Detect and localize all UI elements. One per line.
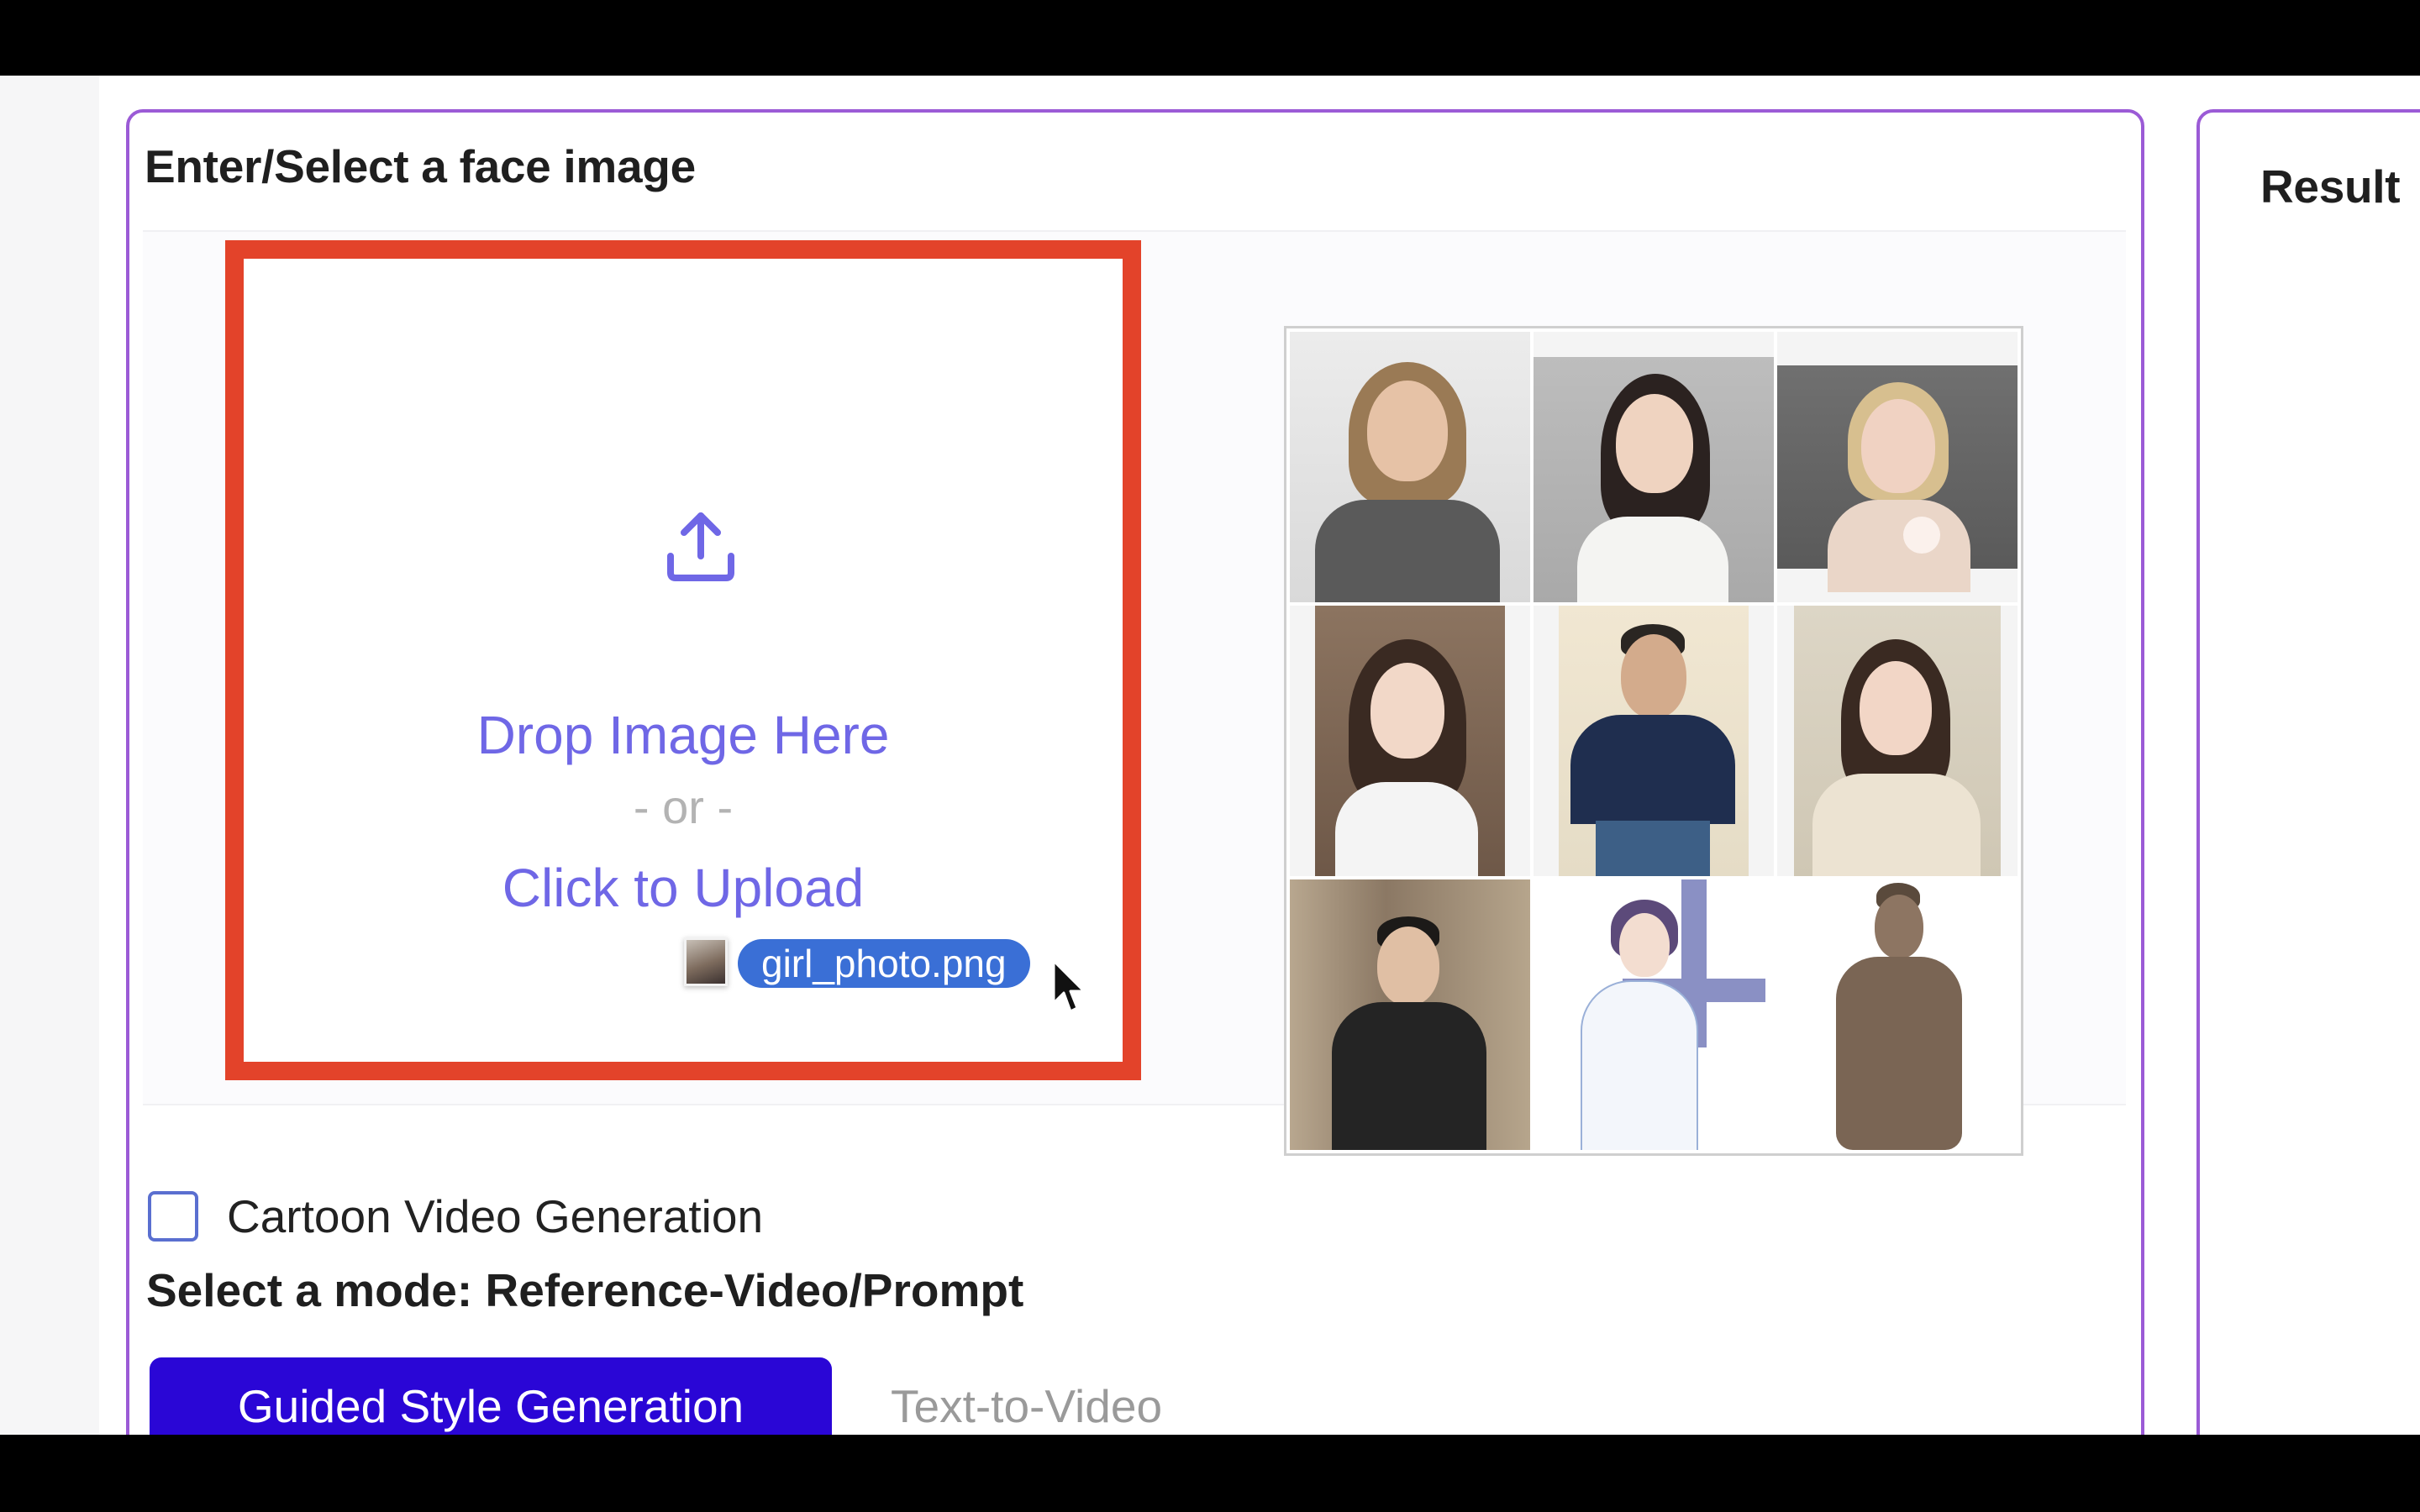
drop-image-text: Drop Image Here bbox=[476, 705, 890, 765]
tab-guided-style-generation[interactable]: Guided Style Generation bbox=[150, 1357, 832, 1435]
example-image-9[interactable] bbox=[1777, 879, 2018, 1150]
upload-icon bbox=[667, 512, 734, 581]
example-image-8[interactable] bbox=[1534, 879, 1774, 1150]
result-panel bbox=[2196, 109, 2420, 1435]
example-image-3[interactable] bbox=[1777, 332, 2018, 602]
cartoon-video-label[interactable]: Cartoon Video Generation bbox=[227, 1189, 763, 1243]
dragged-file-thumbnail bbox=[684, 937, 728, 986]
tab-text-to-video[interactable]: Text-to-Video bbox=[891, 1357, 1162, 1435]
example-image-6[interactable] bbox=[1777, 606, 2018, 876]
image-upload-dropzone[interactable]: Drop Image Here - or - Click to Upload g… bbox=[225, 240, 1141, 1080]
mouse-cursor-icon bbox=[1052, 959, 1086, 1013]
cartoon-video-checkbox[interactable] bbox=[148, 1191, 198, 1242]
example-image-2[interactable] bbox=[1534, 332, 1774, 602]
result-panel-title: Result bbox=[2260, 160, 2401, 213]
or-separator-text: - or - bbox=[633, 780, 734, 833]
mode-select-label: Select a mode: Reference-Video/Prompt bbox=[146, 1264, 1024, 1316]
dragged-file-name: girl_photo.png bbox=[738, 939, 1030, 988]
letterbox-bottom bbox=[0, 1435, 2420, 1512]
letterbox-top bbox=[0, 0, 2420, 76]
example-image-gallery bbox=[1284, 326, 2023, 1156]
example-image-7[interactable] bbox=[1290, 879, 1530, 1150]
example-image-1[interactable] bbox=[1290, 332, 1530, 602]
click-to-upload-text: Click to Upload bbox=[502, 858, 865, 918]
example-image-4[interactable] bbox=[1290, 606, 1530, 876]
input-panel-title: Enter/Select a face image bbox=[145, 140, 696, 192]
app-screen: Enter/Select a face image Drop Image Her… bbox=[0, 76, 2420, 1435]
example-image-5[interactable] bbox=[1534, 606, 1774, 876]
